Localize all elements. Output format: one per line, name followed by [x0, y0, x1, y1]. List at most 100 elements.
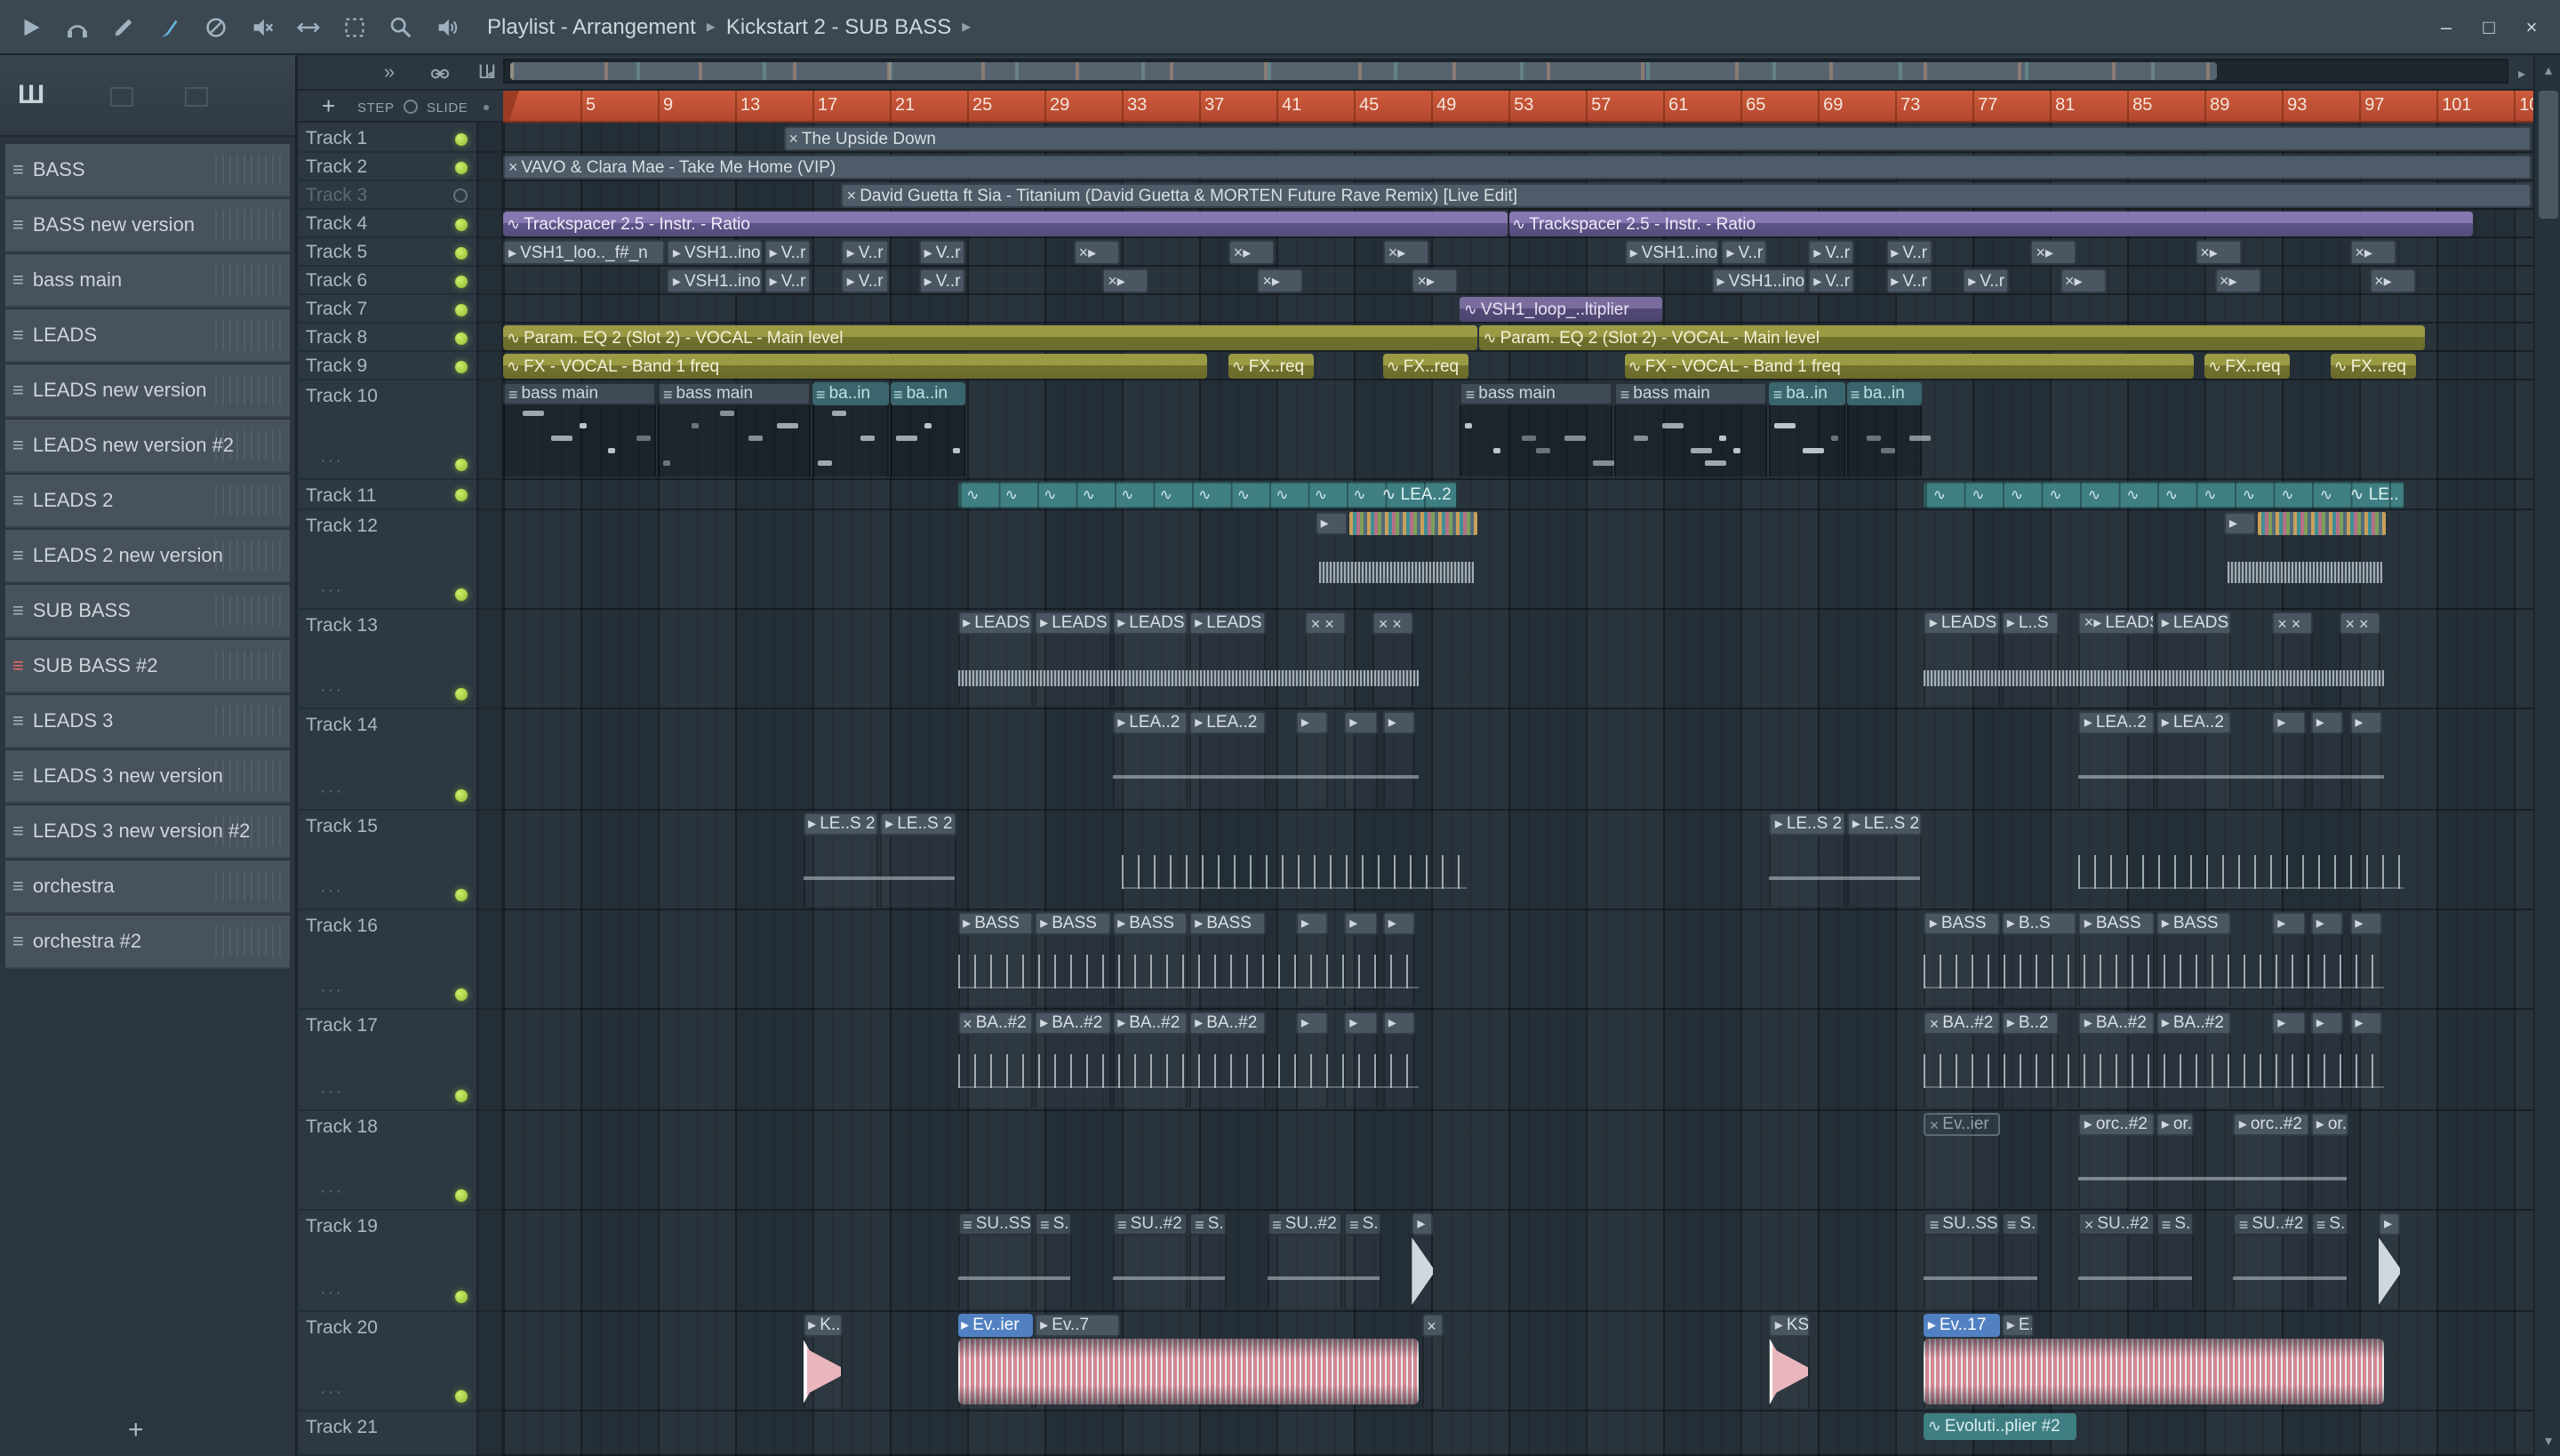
track-mute-led[interactable]	[455, 1189, 468, 1202]
playlist-clip[interactable]: ▸	[1344, 912, 1378, 935]
playlist-clip[interactable]: ×▸	[1382, 240, 1430, 265]
playlist-clip[interactable]: ▸ B..S	[2001, 912, 2077, 935]
picker-item[interactable]: ≡ bass main	[5, 254, 290, 308]
playlist-clip[interactable]: ×▸	[1228, 240, 1276, 265]
playlist-clip[interactable]: ×▸	[2195, 240, 2242, 265]
playlist-clip[interactable]: ≡S..2	[2310, 1212, 2348, 1236]
audio-clip[interactable]: ▸	[2223, 512, 2256, 535]
playlist-clip[interactable]: ≡ bass main	[503, 382, 656, 405]
track-header[interactable]: Track 17 ···	[299, 1010, 503, 1111]
step-label[interactable]: STEP	[357, 100, 395, 116]
track-mute-led-off[interactable]	[453, 188, 468, 203]
playlist-clip[interactable]: ▸	[1295, 711, 1329, 734]
track-mute-led[interactable]	[455, 459, 468, 471]
scroll-left-icon[interactable]: ◂	[478, 60, 501, 85]
playlist-clip[interactable]: ∿ Evoluti..plier #2	[1924, 1413, 2077, 1440]
playlist-clip[interactable]: ×▸	[2214, 268, 2261, 293]
track-header[interactable]: Track 9	[299, 352, 503, 380]
track-name[interactable]: Track 16	[306, 916, 378, 937]
playlist-clip[interactable]: ▸ BASS	[1189, 912, 1266, 935]
delete-icon[interactable]	[196, 7, 235, 46]
picker-item[interactable]: ≡ LEADS 3 new version #2	[5, 805, 290, 859]
track-name[interactable]: Track 5	[306, 242, 367, 263]
playlist-clip[interactable]: ▸ V..r	[1808, 268, 1855, 293]
audio-clip[interactable]: ▸	[1315, 512, 1348, 535]
track-mute-led[interactable]	[455, 789, 468, 802]
lane-track[interactable]	[503, 1111, 2533, 1211]
track-mute-led[interactable]	[455, 1090, 468, 1102]
playlist-clip[interactable]: ×▸	[2349, 240, 2396, 265]
picker-item[interactable]: ≡ SUB BASS	[5, 585, 290, 638]
track-name[interactable]: Track 17	[306, 1015, 378, 1036]
playlist-clip[interactable]: ▸	[2310, 912, 2344, 935]
playlist-clip[interactable]: ▸ V..r	[1808, 240, 1855, 265]
playlist-clip[interactable]: ▸ BASS	[1035, 912, 1111, 935]
track-mute-led[interactable]	[455, 489, 468, 501]
track-name[interactable]: Track 15	[306, 816, 378, 837]
track-name[interactable]: Track 19	[306, 1216, 378, 1237]
playlist-clip[interactable]: ∿ VSH1_loop_..ltiplier	[1460, 297, 1662, 322]
lane-resize-handle[interactable]: ···	[320, 681, 343, 700]
playlist-clip[interactable]: ≡ SU..#2	[1267, 1212, 1343, 1236]
track-mute-led[interactable]	[455, 360, 468, 372]
playlist-clip[interactable]: ≡ SU..SS	[957, 1212, 1034, 1236]
track-header[interactable]: Track 19 ···	[299, 1211, 503, 1312]
playlist-clip[interactable]: ≡ ba..in	[1846, 382, 1923, 405]
lane-resize-handle[interactable]: ···	[320, 1083, 343, 1102]
playlist-clip[interactable]: ▸ BA..#2	[2078, 1012, 2155, 1035]
playlist-clip[interactable]: × Ev..ier	[1924, 1113, 2000, 1136]
maximize-button[interactable]: □	[2471, 10, 2507, 45]
playlist-clip[interactable]: ≡S..S	[1035, 1212, 1072, 1236]
track-header[interactable]: Track 14 ···	[299, 709, 503, 811]
playlist-clip[interactable]: ▸ V..r	[1963, 268, 2010, 293]
preview-speaker-icon[interactable]	[427, 7, 466, 46]
timeline-ruler[interactable]: 5 9 13 17 21 25 29 33 37 41 45 49 53 57 61 65 69 73 77 81 85…	[503, 91, 2533, 123]
track-name[interactable]: Track 4	[306, 213, 367, 235]
playlist-clip[interactable]: ≡ SU..#2	[2233, 1212, 2309, 1236]
playlist-clip[interactable]: ▸ LE..S 2	[1846, 812, 1923, 836]
playlist-clip[interactable]: ▸	[1382, 711, 1416, 734]
pencil-icon[interactable]	[103, 7, 142, 46]
playlist-clip[interactable]: ▸ V..r	[1885, 268, 1932, 293]
playlist-lanes[interactable]: × The Upside Down × VAVO & Clara Mae - Take…	[503, 123, 2533, 1456]
lane-track[interactable]	[503, 1211, 2533, 1312]
track-mute-led[interactable]	[455, 688, 468, 700]
playlist-clip[interactable]: × VAVO & Clara Mae - Take Me Home (VIP)	[503, 155, 2532, 180]
link-icon[interactable]	[427, 60, 452, 85]
playlist-clip[interactable]: ▸ BASS	[1924, 912, 2000, 935]
playlist-clip[interactable]: ▸ VSH1..inor	[1711, 268, 1807, 293]
track-header[interactable]: Track 7	[299, 295, 503, 324]
playlist-clip[interactable]: ▸	[2272, 711, 2306, 734]
slip-icon[interactable]	[288, 7, 327, 46]
playlist-clip[interactable]: ▸or..	[2310, 1113, 2348, 1136]
playlist-clip[interactable]: ▸ L..S	[2001, 612, 2058, 635]
playlist-clip[interactable]: ×▸	[1257, 268, 1304, 293]
track-header[interactable]: Track 10 ···	[299, 380, 503, 480]
picker-item[interactable]: ≡ LEADS 3	[5, 695, 290, 748]
playlist-clip[interactable]: ▸ LE..S 2	[803, 812, 879, 836]
picker-item[interactable]: ≡ SUB BASS #2	[5, 640, 290, 693]
track-mute-led[interactable]	[455, 246, 468, 259]
playlist-clip[interactable]: ∿ FX - VOCAL - Band 1 freq	[503, 354, 1207, 379]
playlist-clip[interactable]: ▸	[1344, 711, 1378, 734]
playlist-clip[interactable]: ▸ BASS	[2156, 912, 2232, 935]
picker-item[interactable]: ≡ LEADS 2	[5, 475, 290, 528]
playlist-clip[interactable]: ▸ LEA..2	[1189, 711, 1266, 734]
scroll-up-icon[interactable]: ▴	[2537, 59, 2560, 82]
track-mute-led[interactable]	[455, 132, 468, 145]
playlist-clip[interactable]: ▸ LEADS	[2156, 612, 2232, 635]
track-header[interactable]: Track 2	[299, 153, 503, 181]
multitouch-icon[interactable]: »	[377, 60, 402, 85]
playlist-clip[interactable]: ≡S..S	[2001, 1212, 2039, 1236]
lane-resize-handle[interactable]: ···	[320, 452, 343, 471]
lane-resize-handle[interactable]: ···	[320, 882, 343, 901]
track-name[interactable]: Track 21	[306, 1417, 378, 1438]
vertical-scrollbar-handle[interactable]	[2539, 91, 2558, 219]
playlist-clip[interactable]: ▸KS..2	[1769, 1314, 1811, 1337]
playlist-clip[interactable]: ▸ LEADS	[1035, 612, 1111, 635]
playlist-clip[interactable]: ▸ B..2	[2001, 1012, 2058, 1035]
playlist-clip[interactable]: ▸ LEA..2	[2078, 711, 2155, 734]
track-mute-led[interactable]	[455, 218, 468, 230]
playlist-clip[interactable]: ▸ Ev..ier	[957, 1314, 1034, 1337]
playlist-clip[interactable]: ▸ BA..#2	[1035, 1012, 1111, 1035]
